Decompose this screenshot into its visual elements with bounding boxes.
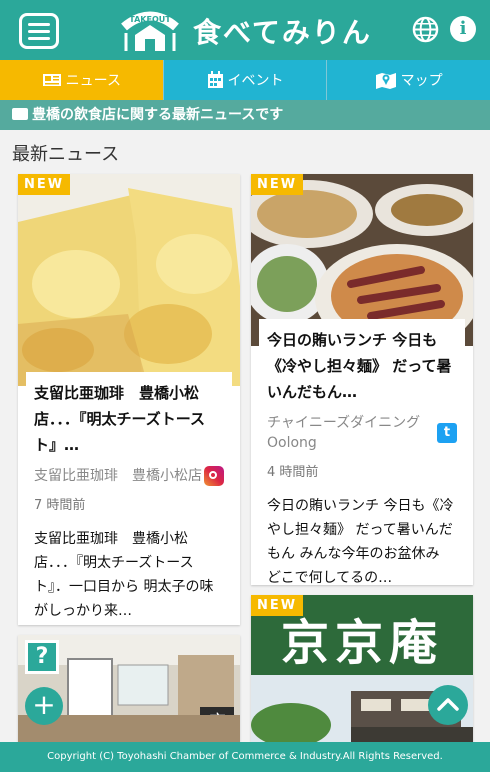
- tab-bar: ニュース イベント マップ: [0, 60, 490, 100]
- card-time: 7 時間前: [34, 498, 86, 513]
- card-text-box: 支留比亜珈琲 豊橋小松店．．．『明太チーズトースト』… 支留比亜珈琲 豊橋小松店…: [26, 372, 232, 625]
- tab-news-label: ニュース: [65, 73, 121, 89]
- scroll-top-button[interactable]: [428, 685, 468, 725]
- takeout-logo-icon: TAKEOUT: [121, 11, 179, 51]
- tab-map-label: マップ: [400, 73, 443, 89]
- app-title: 食べてみりん: [193, 16, 372, 49]
- tab-events-label: イベント: [227, 73, 284, 89]
- news-card[interactable]: NEW 今日の賄いランチ 今日も《冷やし担々麺》 だって暑いんだもん… チャイニ…: [251, 174, 473, 585]
- tab-events[interactable]: イベント: [163, 60, 328, 100]
- tab-news[interactable]: ニュース: [0, 60, 164, 100]
- card-body: 支留比亜珈琲 豊橋小松店．．．『明太チーズトースト』．一口目から 明太子の味がし…: [34, 531, 214, 619]
- menu-line-icon: [28, 37, 50, 40]
- calendar-icon: [207, 71, 223, 88]
- card-title[interactable]: 支留比亜珈琲 豊橋小松店．．．『明太チーズトースト』…: [34, 380, 224, 458]
- card-body: 今日の賄いランチ 今日も《冷やし担々麺》 だって暑いんだもん みんな今年のお盆休…: [267, 498, 454, 585]
- newspaper-icon: [42, 74, 61, 86]
- menu-line-icon: [28, 23, 50, 26]
- question-icon[interactable]: ?: [25, 640, 59, 674]
- card-shop-name[interactable]: チャイニーズダイニングOolong: [267, 413, 437, 453]
- info-bar-text: 豊橋の飲食店に関する最新ニュースです: [32, 107, 284, 123]
- menu-button[interactable]: [19, 13, 59, 49]
- news-card[interactable]: NEW 支留比亜珈琲 豊橋小松店．．．『明太チーズトースト』… 支留比亜珈琲 豊…: [18, 174, 240, 625]
- chevron-up-icon: [437, 698, 459, 711]
- card-time: 4 時間前: [267, 465, 319, 480]
- card-shop-name[interactable]: 支留比亜珈琲 豊橋小松店: [34, 466, 202, 486]
- card-text-box: 今日の賄いランチ 今日も《冷やし担々麺》 だって暑いんだもん… チャイニーズダイ…: [259, 319, 465, 585]
- info-icon[interactable]: i: [450, 16, 476, 42]
- card-meta: 支留比亜珈琲 豊橋小松店: [34, 466, 224, 486]
- restaurant-sign-text: 京京庵: [281, 615, 443, 671]
- twitter-icon[interactable]: t: [437, 423, 457, 443]
- tab-map[interactable]: マップ: [327, 60, 490, 100]
- app-header: TAKEOUT 食べてみりん i: [0, 0, 490, 60]
- footer: Copyright (C) Toyohashi Chamber of Comme…: [0, 742, 490, 772]
- new-badge: NEW: [251, 174, 304, 195]
- copyright-text: Copyright (C) Toyohashi Chamber of Comme…: [47, 751, 443, 762]
- newspaper-icon: [12, 108, 28, 120]
- cheese-toast-photo: [18, 174, 240, 386]
- card-title[interactable]: 今日の賄いランチ 今日も《冷やし担々麺》 だって暑いんだもん…: [267, 327, 457, 405]
- instagram-icon[interactable]: [204, 466, 224, 486]
- menu-line-icon: [28, 30, 50, 33]
- globe-icon[interactable]: [412, 16, 439, 43]
- section-title: 最新ニュース: [12, 144, 120, 165]
- info-bar: 豊橋の飲食店に関する最新ニュースです: [0, 100, 490, 130]
- map-icon: [375, 73, 396, 89]
- new-badge: NEW: [251, 595, 304, 616]
- logo-text: TAKEOUT: [129, 15, 171, 24]
- new-badge: NEW: [18, 174, 71, 195]
- card-meta: チャイニーズダイニングOolong t: [267, 413, 457, 453]
- add-button[interactable]: +: [25, 687, 63, 725]
